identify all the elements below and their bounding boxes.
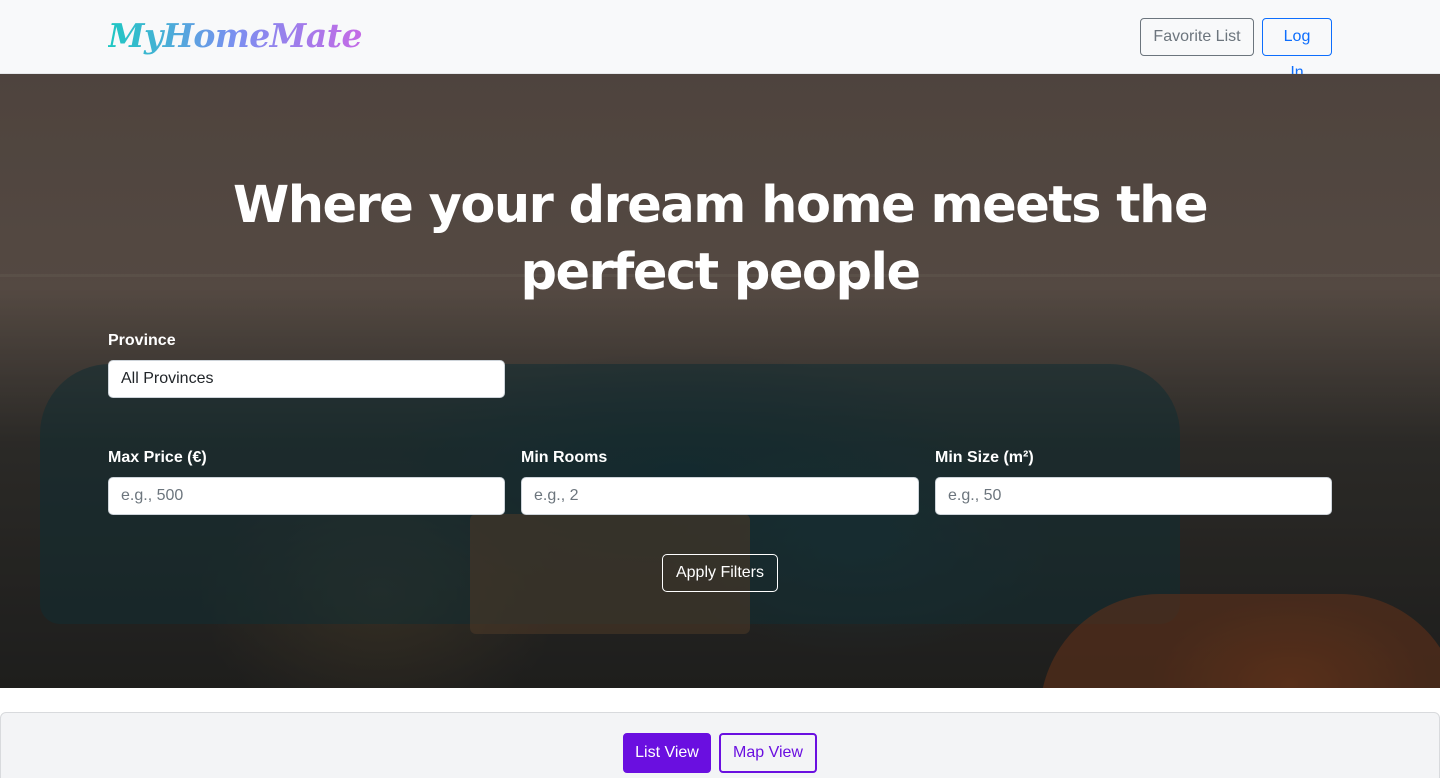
min-size-label: Min Size (m²) [935, 449, 1034, 466]
province-label: Province [108, 332, 176, 349]
hero-section: Where your dream home meets the perfect … [0, 74, 1440, 688]
min-rooms-input[interactable] [521, 477, 919, 515]
max-price-label: Max Price (€) [108, 449, 207, 466]
map-view-button[interactable]: Map View [719, 733, 817, 773]
brand-logo[interactable]: MyHomeMate [108, 14, 362, 58]
max-price-input[interactable] [108, 477, 505, 515]
min-rooms-label: Min Rooms [521, 449, 608, 466]
favorite-list-button[interactable]: Favorite List [1140, 18, 1254, 56]
list-view-button[interactable]: List View [623, 733, 711, 773]
hero-title: Where your dream home meets the perfect … [232, 176, 1209, 302]
apply-filters-button[interactable]: Apply Filters [662, 554, 778, 592]
min-size-input[interactable] [935, 477, 1332, 515]
province-select[interactable]: All Provinces [108, 360, 505, 398]
navbar: MyHomeMate Favorite List Log In [0, 0, 1440, 81]
login-button[interactable]: Log In [1262, 18, 1332, 81]
